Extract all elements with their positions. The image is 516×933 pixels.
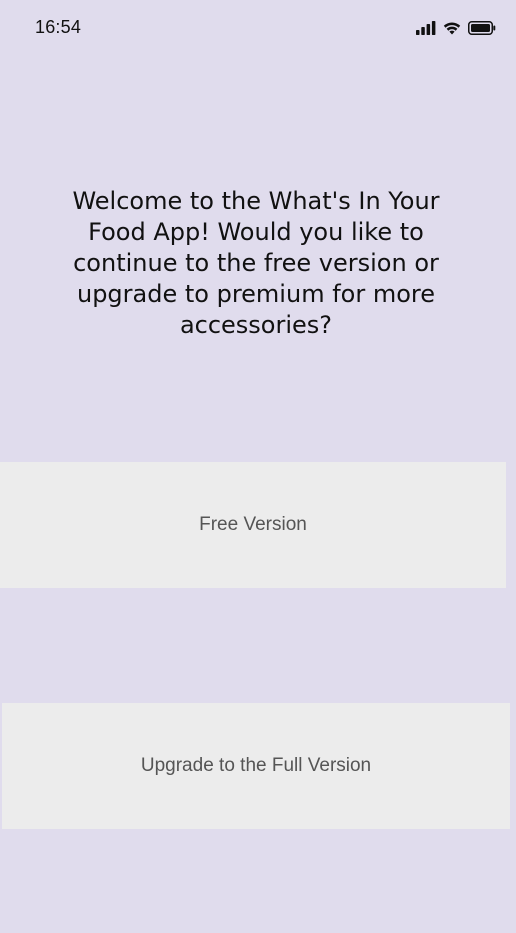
status-bar: 16:54 xyxy=(0,0,516,52)
welcome-message: Welcome to the What's In Your Food App! … xyxy=(72,187,440,339)
status-icons xyxy=(416,19,496,37)
free-version-button[interactable]: Free Version xyxy=(0,462,506,588)
upgrade-full-version-button[interactable]: Upgrade to the Full Version xyxy=(2,703,510,829)
status-time: 16:54 xyxy=(35,17,82,37)
battery-icon xyxy=(468,21,496,35)
wifi-icon xyxy=(443,21,461,35)
signal-icon xyxy=(416,21,436,35)
